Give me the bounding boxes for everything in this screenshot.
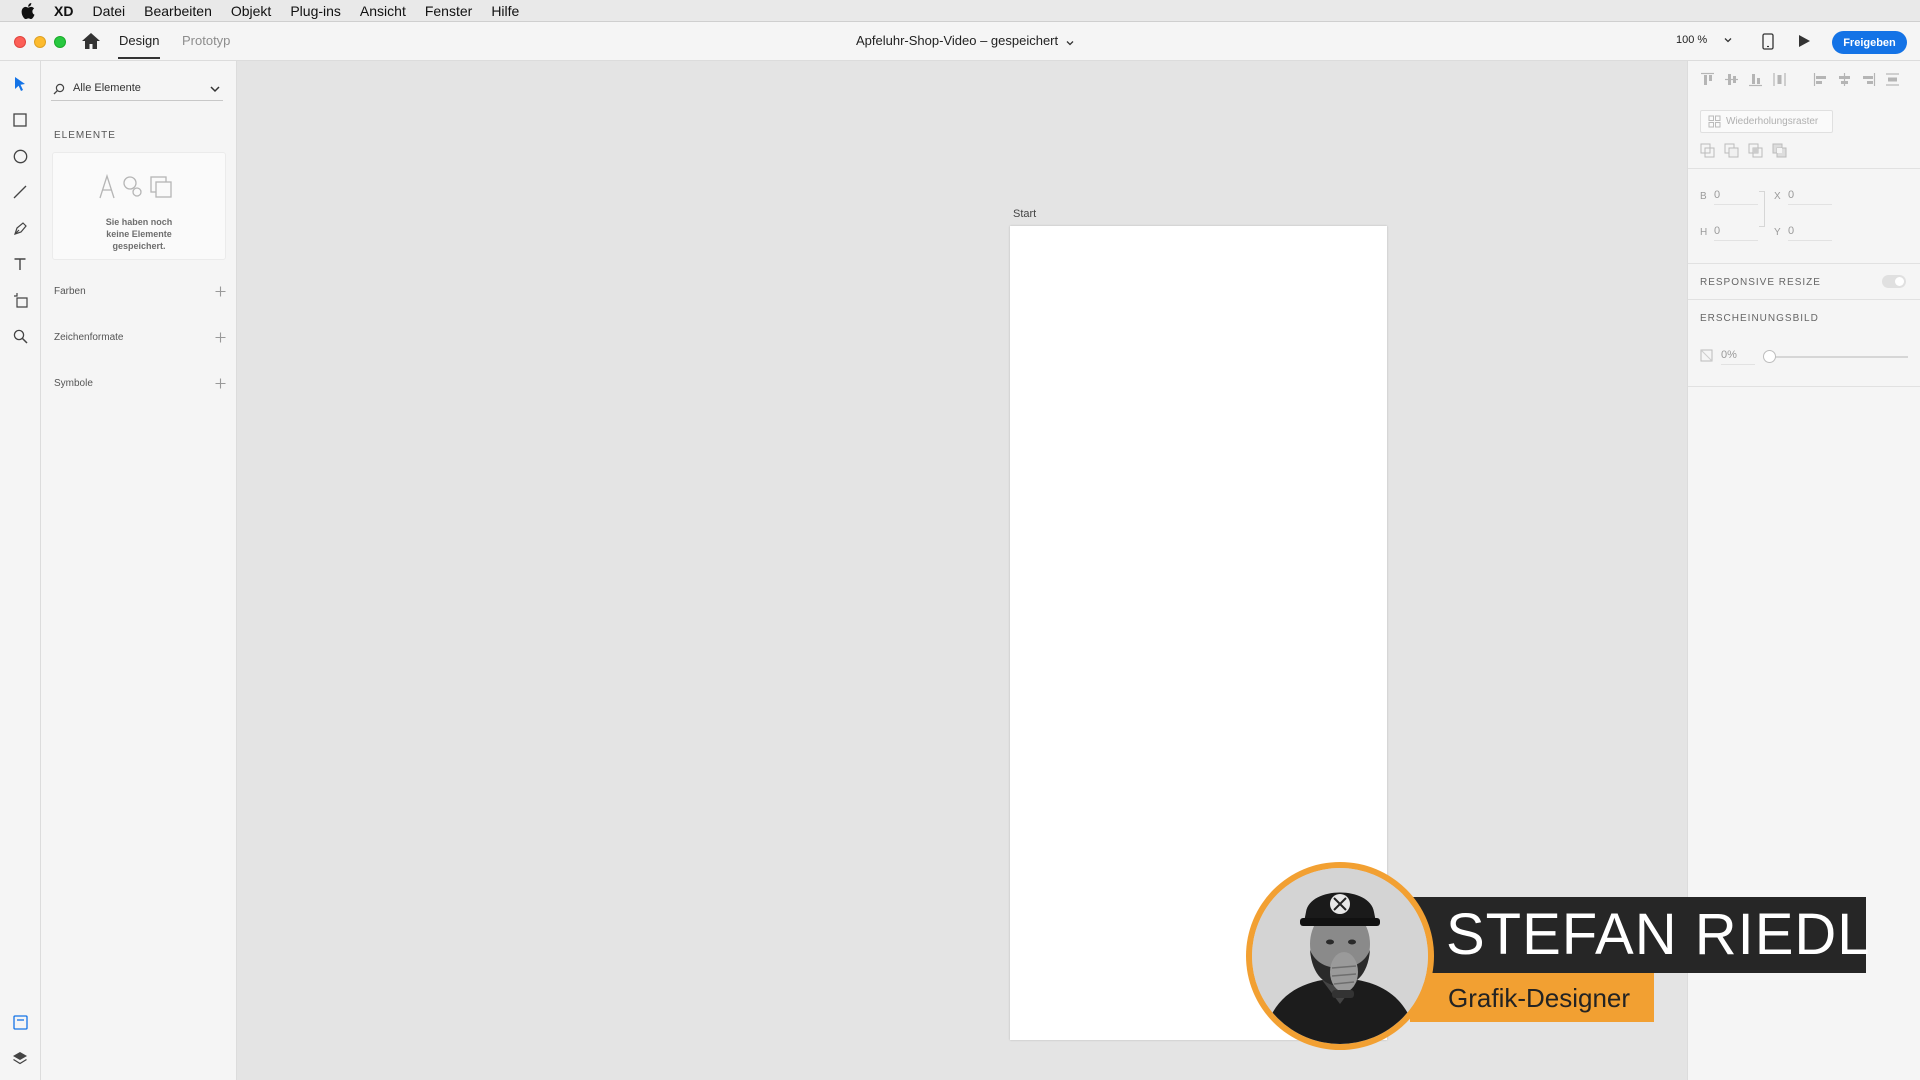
width-input[interactable]: 0: [1714, 189, 1758, 205]
home-icon[interactable]: [81, 32, 101, 50]
presenter-photo: [1252, 868, 1428, 1044]
presenter-avatar: [1246, 862, 1434, 1050]
menu-app-name[interactable]: XD: [54, 3, 73, 19]
assets-panel-icon[interactable]: [11, 1013, 29, 1031]
assets-panel: Alle Elemente ELEMENTE Sie haben noch ke…: [41, 61, 237, 1080]
empty-assets-icon: [97, 173, 183, 201]
system-menu-bar: XD Datei Bearbeiten Objekt Plug-ins Ansi…: [0, 0, 1920, 22]
assets-symbols-row: Symbole: [54, 378, 226, 389]
app-title-bar: Design Prototyp Apfeluhr-Shop-Video – ge…: [0, 22, 1920, 61]
tab-prototype[interactable]: Prototyp: [182, 33, 230, 48]
menu-hilfe[interactable]: Hilfe: [491, 3, 519, 19]
menu-fenster[interactable]: Fenster: [425, 3, 472, 19]
align-left-icon[interactable]: [1813, 72, 1828, 87]
play-icon[interactable]: [1797, 34, 1811, 48]
opacity-slider-thumb[interactable]: [1763, 350, 1776, 363]
repeat-grid-button[interactable]: Wiederholungsraster: [1700, 110, 1833, 133]
menu-datei[interactable]: Datei: [92, 3, 125, 19]
exclude-shapes-icon[interactable]: [1772, 143, 1787, 158]
zoom-tool-icon[interactable]: [11, 327, 29, 345]
menu-bearbeiten[interactable]: Bearbeiten: [144, 3, 212, 19]
assets-section-title: ELEMENTE: [54, 130, 116, 141]
minimize-window-button[interactable]: [34, 36, 46, 48]
inspector-divider: [1688, 386, 1920, 387]
intersect-shapes-icon[interactable]: [1748, 143, 1763, 158]
share-button[interactable]: Freigeben: [1832, 31, 1907, 54]
opacity-input[interactable]: 0%: [1721, 349, 1755, 365]
opacity-slider-track[interactable]: [1768, 356, 1908, 358]
select-tool-icon[interactable]: [11, 75, 29, 93]
y-label: Y: [1774, 227, 1781, 238]
distribute-horizontal-icon[interactable]: [1885, 72, 1900, 87]
add-symbol-icon[interactable]: [215, 378, 226, 389]
inspector-divider: [1688, 263, 1920, 264]
x-input[interactable]: 0: [1788, 189, 1832, 205]
menu-ansicht[interactable]: Ansicht: [360, 3, 406, 19]
ellipse-tool-icon[interactable]: [11, 147, 29, 165]
align-center-icon[interactable]: [1837, 72, 1852, 87]
close-window-button[interactable]: [14, 36, 26, 48]
tool-bar: [0, 61, 41, 1080]
add-char-style-icon[interactable]: [215, 332, 226, 343]
inspector-divider: [1688, 299, 1920, 300]
layers-panel-icon[interactable]: [11, 1049, 29, 1067]
document-title-text: Apfeluhr-Shop-Video – gespeichert: [856, 33, 1059, 48]
assets-empty-state: Sie haben noch keine Elemente gespeicher…: [52, 152, 226, 260]
assets-filter[interactable]: Alle Elemente: [51, 75, 223, 101]
apple-icon[interactable]: [20, 2, 36, 19]
repeat-grid-icon: [1708, 115, 1721, 128]
appearance-label: ERSCHEINUNGSBILD: [1700, 313, 1819, 324]
chevron-down-icon: [209, 82, 221, 94]
add-shapes-icon[interactable]: [1700, 143, 1715, 158]
assets-filter-value: Alle Elemente: [73, 81, 141, 94]
pen-tool-icon[interactable]: [11, 219, 29, 237]
distribute-vertical-icon[interactable]: [1772, 72, 1787, 87]
presenter-role: Grafik-Designer: [1448, 983, 1631, 1013]
assets-colors-row: Farben: [54, 286, 226, 297]
align-middle-icon[interactable]: [1724, 72, 1739, 87]
zoom-window-button[interactable]: [54, 36, 66, 48]
chevron-down-icon: [1723, 35, 1733, 45]
rectangle-tool-icon[interactable]: [11, 111, 29, 129]
chevron-down-icon: [1065, 36, 1075, 46]
width-label: B: [1700, 191, 1707, 202]
inspector-divider: [1688, 168, 1920, 169]
opacity-icon: [1700, 349, 1713, 362]
subtract-shapes-icon[interactable]: [1724, 143, 1739, 158]
line-tool-icon[interactable]: [11, 183, 29, 201]
lock-aspect-icon[interactable]: [1759, 191, 1765, 227]
x-label: X: [1774, 191, 1781, 202]
menu-plugins[interactable]: Plug-ins: [290, 3, 341, 19]
align-bottom-icon[interactable]: [1748, 72, 1763, 87]
text-tool-icon[interactable]: [11, 255, 29, 273]
assets-char-styles-row: Zeichenformate: [54, 332, 226, 343]
artboard-label[interactable]: Start: [1013, 208, 1036, 220]
search-icon: [53, 82, 65, 94]
responsive-resize-label: RESPONSIVE RESIZE: [1700, 277, 1821, 288]
zoom-value: 100 %: [1676, 34, 1708, 46]
device-preview-icon[interactable]: [1762, 33, 1774, 50]
align-horizontal-group: [1813, 72, 1900, 87]
height-label: H: [1700, 227, 1708, 238]
align-right-icon[interactable]: [1861, 72, 1876, 87]
y-input[interactable]: 0: [1788, 225, 1832, 241]
boolean-ops-group: [1700, 143, 1787, 158]
assets-colors-label: Farben: [54, 286, 86, 297]
presenter-name: STEFAN RIEDL: [1446, 902, 1871, 967]
assets-symbols-label: Symbole: [54, 378, 93, 389]
height-input[interactable]: 0: [1714, 225, 1758, 241]
responsive-resize-toggle[interactable]: [1882, 275, 1906, 288]
repeat-grid-label: Wiederholungsraster: [1726, 116, 1819, 127]
assets-char-styles-label: Zeichenformate: [54, 332, 124, 343]
menu-objekt[interactable]: Objekt: [231, 3, 271, 19]
assets-empty-message: Sie haben noch keine Elemente gespeicher…: [105, 217, 173, 251]
document-title[interactable]: Apfeluhr-Shop-Video – gespeichert: [856, 33, 1075, 48]
tab-design[interactable]: Design: [117, 33, 161, 59]
align-vertical-group: [1700, 72, 1787, 87]
zoom-select[interactable]: 100 %: [1676, 34, 1733, 46]
align-top-icon[interactable]: [1700, 72, 1715, 87]
artboard-tool-icon[interactable]: [11, 291, 29, 309]
add-color-icon[interactable]: [215, 286, 226, 297]
